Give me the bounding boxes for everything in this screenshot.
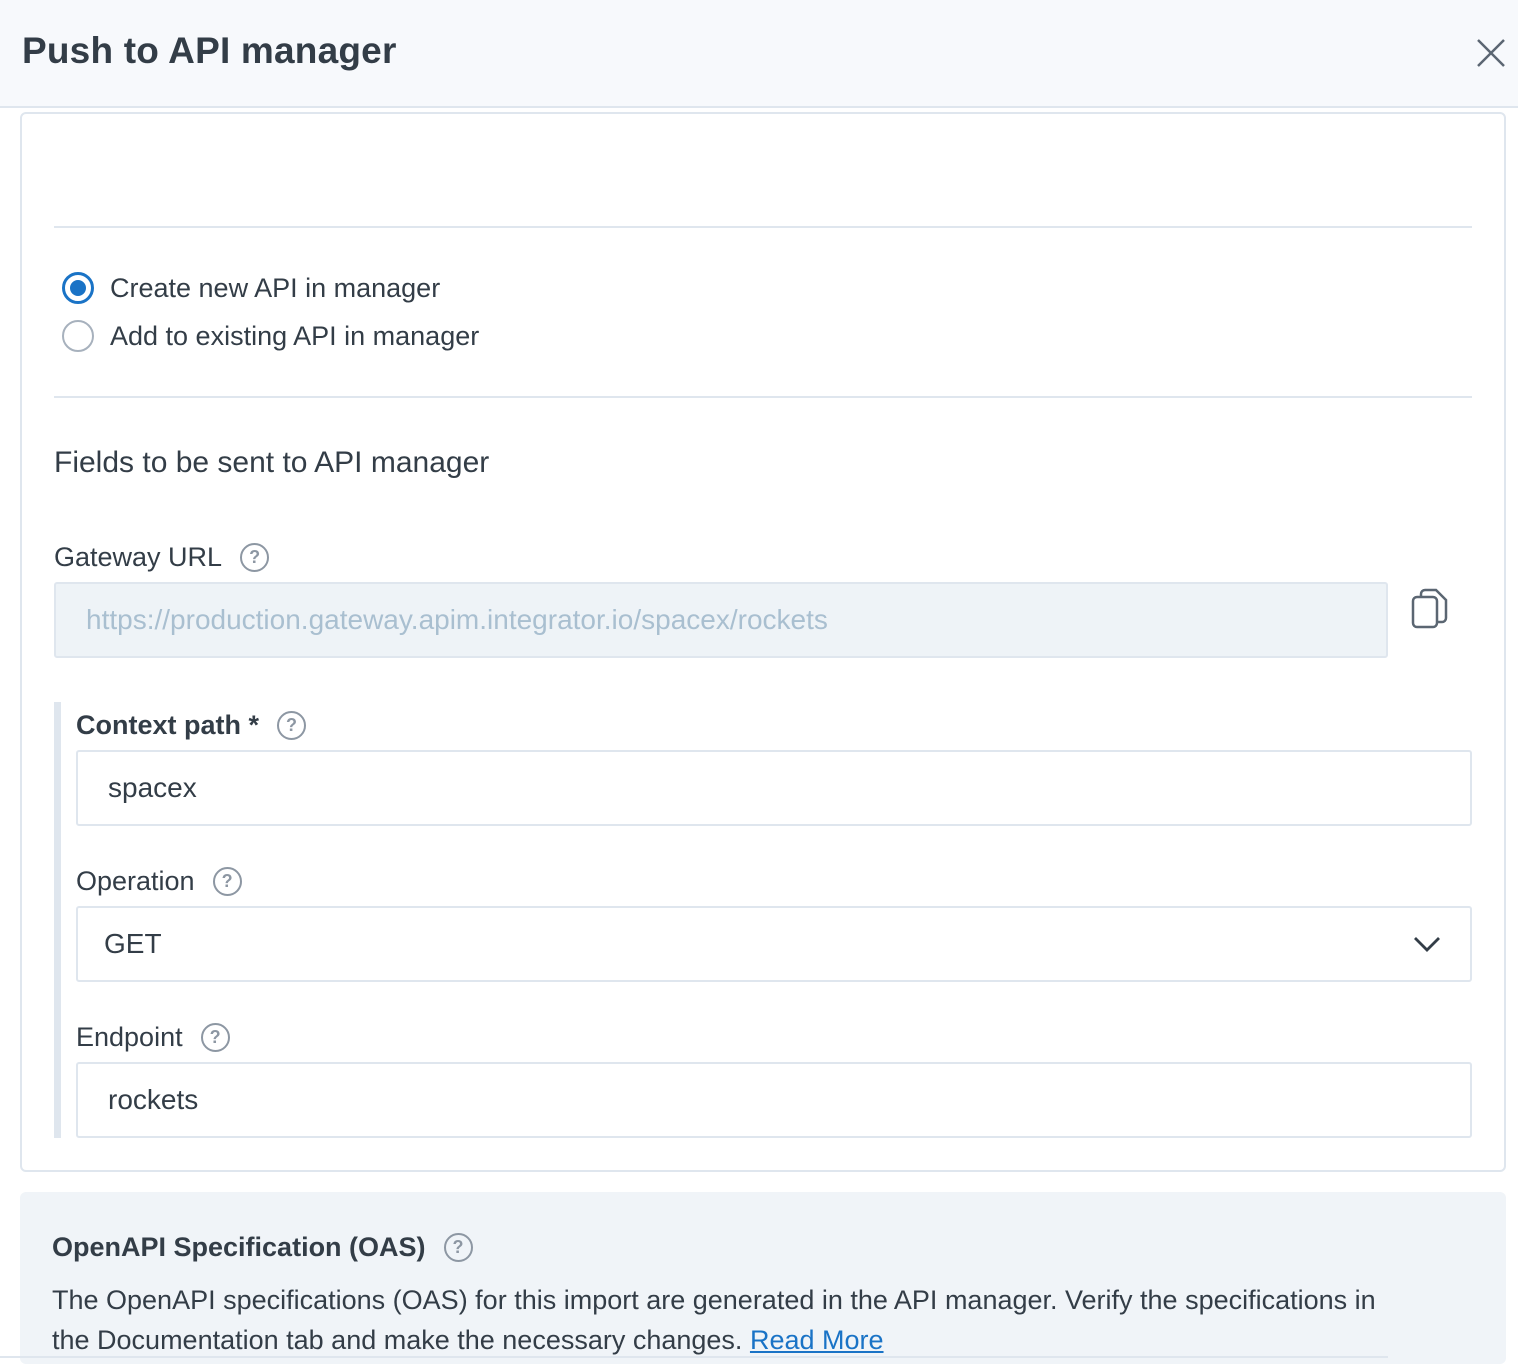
context-path-label: Context path * ? — [76, 710, 307, 741]
endpoint-label: Endpoint ? — [76, 1022, 230, 1053]
endpoint-input[interactable]: rockets — [76, 1062, 1472, 1138]
divider — [54, 226, 1472, 228]
radio-create-new[interactable]: Create new API in manager — [62, 270, 440, 306]
copy-button[interactable] — [1410, 588, 1450, 632]
help-icon[interactable]: ? — [212, 867, 242, 896]
dialog-title: Push to API manager — [22, 30, 397, 71]
oas-title-text: OpenAPI Specification (OAS) — [52, 1232, 426, 1262]
help-icon[interactable]: ? — [240, 543, 270, 572]
chevron-down-icon[interactable] — [1412, 934, 1442, 954]
radio-add-existing[interactable]: Add to existing API in manager — [62, 318, 479, 354]
gateway-url-label: Gateway URL ? — [54, 542, 270, 573]
close-button[interactable] — [1470, 34, 1510, 74]
oas-info-box: OpenAPI Specification (OAS) ? The OpenAP… — [20, 1192, 1506, 1364]
dialog-header: Push to API manager — [0, 0, 1518, 108]
oas-title: OpenAPI Specification (OAS) ? — [52, 1232, 473, 1263]
operation-select[interactable]: GET — [76, 906, 1472, 982]
operation-label-text: Operation — [76, 866, 195, 896]
help-icon[interactable]: ? — [277, 711, 307, 740]
radio-label-add-existing: Add to existing API in manager — [110, 320, 480, 351]
endpoint-value: rockets — [108, 1084, 199, 1115]
divider — [54, 396, 1472, 398]
read-more-link[interactable]: Read More — [750, 1325, 884, 1355]
help-icon[interactable]: ? — [200, 1023, 230, 1052]
section-heading: Fields to be sent to API manager — [54, 446, 490, 479]
radio-label-create-new: Create new API in manager — [110, 272, 441, 303]
radio-button-unchecked[interactable] — [62, 320, 94, 352]
gateway-url-field: https://production.gateway.apim.integrat… — [54, 582, 1388, 658]
context-path-input[interactable]: spacex — [76, 750, 1472, 826]
copy-icon[interactable] — [1410, 588, 1450, 632]
gateway-url-label-text: Gateway URL — [54, 542, 223, 572]
group-accent-bar — [54, 702, 61, 1138]
close-icon[interactable] — [1470, 34, 1510, 74]
endpoint-label-text: Endpoint — [76, 1022, 183, 1052]
help-icon[interactable]: ? — [443, 1233, 473, 1262]
gateway-url-value: https://production.gateway.apim.integrat… — [86, 604, 828, 635]
radio-button-checked[interactable] — [62, 272, 94, 304]
footer-divider — [0, 1356, 1388, 1358]
oas-description: The OpenAPI specifications (OAS) for thi… — [52, 1280, 1412, 1360]
operation-value: GET — [104, 928, 162, 959]
oas-description-text: The OpenAPI specifications (OAS) for thi… — [52, 1285, 1376, 1355]
operation-label: Operation ? — [76, 866, 242, 897]
context-path-label-text: Context path * — [76, 710, 260, 740]
context-path-value: spacex — [108, 772, 197, 803]
